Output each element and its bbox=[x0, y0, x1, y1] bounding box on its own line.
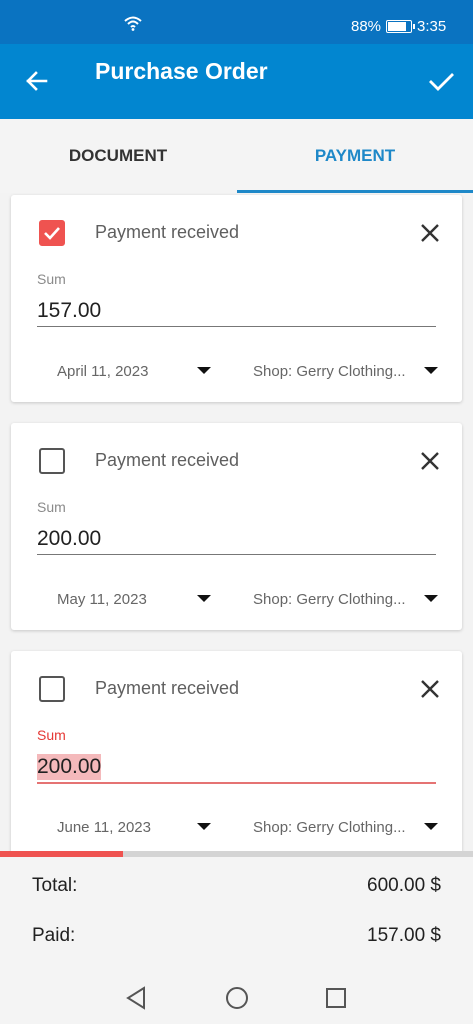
date-dropdown[interactable]: April 11, 2023 bbox=[57, 363, 148, 380]
shop-dropdown[interactable]: Shop: Gerry Clothing... bbox=[253, 363, 413, 380]
sum-underline bbox=[37, 554, 436, 555]
checkmark-icon bbox=[44, 227, 60, 240]
back-arrow-icon[interactable] bbox=[22, 66, 52, 96]
close-icon[interactable] bbox=[419, 450, 441, 472]
paid-value: 157.00 $ bbox=[367, 925, 441, 946]
sum-label: Sum bbox=[37, 271, 66, 287]
nav-home-icon[interactable] bbox=[225, 986, 249, 1010]
payment-received-checkbox[interactable] bbox=[39, 220, 65, 246]
total-label: Total: bbox=[32, 875, 78, 896]
chevron-down-icon[interactable] bbox=[197, 823, 211, 830]
check-icon[interactable] bbox=[424, 66, 458, 96]
sum-underline bbox=[37, 326, 436, 327]
date-dropdown[interactable]: May 11, 2023 bbox=[57, 591, 147, 608]
sum-input[interactable]: 157.00 bbox=[37, 298, 101, 324]
app-bar: Purchase Order bbox=[0, 44, 473, 119]
wifi-icon bbox=[124, 16, 142, 31]
payment-received-label: Payment received bbox=[95, 678, 240, 698]
total-value: 600.00 $ bbox=[367, 875, 441, 896]
tab-document[interactable]: DOCUMENT bbox=[0, 119, 236, 193]
payment-received-checkbox[interactable] bbox=[39, 676, 65, 702]
tab-bar: DOCUMENT PAYMENT bbox=[0, 119, 473, 193]
nav-back-icon[interactable] bbox=[125, 986, 147, 1010]
clock: 3:35 bbox=[417, 18, 447, 35]
payment-card: Payment received Sum 200.00 June 11, 202… bbox=[11, 651, 462, 851]
battery-percent: 88% bbox=[351, 18, 382, 35]
sum-label: Sum bbox=[37, 727, 66, 743]
page-title: Purchase Order bbox=[95, 58, 268, 84]
chevron-down-icon[interactable] bbox=[424, 595, 438, 602]
payment-card: Payment received Sum 200.00 May 11, 2023… bbox=[11, 423, 462, 630]
payment-received-label: Payment received bbox=[95, 450, 240, 470]
shop-dropdown[interactable]: Shop: Gerry Clothing... bbox=[253, 591, 413, 608]
payment-list[interactable]: Payment received Sum 157.00 April 11, 20… bbox=[0, 193, 473, 851]
close-icon[interactable] bbox=[419, 678, 441, 700]
battery-icon bbox=[386, 20, 415, 33]
sum-label: Sum bbox=[37, 499, 66, 515]
system-nav-bar bbox=[0, 972, 473, 1024]
chevron-down-icon[interactable] bbox=[424, 823, 438, 830]
chevron-down-icon[interactable] bbox=[424, 367, 438, 374]
chevron-down-icon[interactable] bbox=[197, 367, 211, 374]
close-icon[interactable] bbox=[419, 222, 441, 244]
nav-recent-icon[interactable] bbox=[326, 988, 346, 1008]
payment-card: Payment received Sum 157.00 April 11, 20… bbox=[11, 195, 462, 402]
sum-input[interactable]: 200.00 bbox=[37, 526, 101, 552]
date-dropdown[interactable]: June 11, 2023 bbox=[57, 819, 151, 836]
sum-input[interactable]: 200.00 bbox=[37, 754, 102, 780]
tab-payment[interactable]: PAYMENT bbox=[237, 119, 473, 193]
paid-label: Paid: bbox=[32, 925, 76, 946]
payment-received-label: Payment received bbox=[95, 222, 240, 242]
chevron-down-icon[interactable] bbox=[197, 595, 211, 602]
totals-panel: Total: 600.00 $ Paid: 157.00 $ bbox=[0, 857, 473, 972]
shop-dropdown[interactable]: Shop: Gerry Clothing... bbox=[253, 819, 413, 836]
status-bar: 88% 3:35 bbox=[0, 0, 473, 44]
payment-received-checkbox[interactable] bbox=[39, 448, 65, 474]
sum-underline bbox=[37, 782, 436, 784]
